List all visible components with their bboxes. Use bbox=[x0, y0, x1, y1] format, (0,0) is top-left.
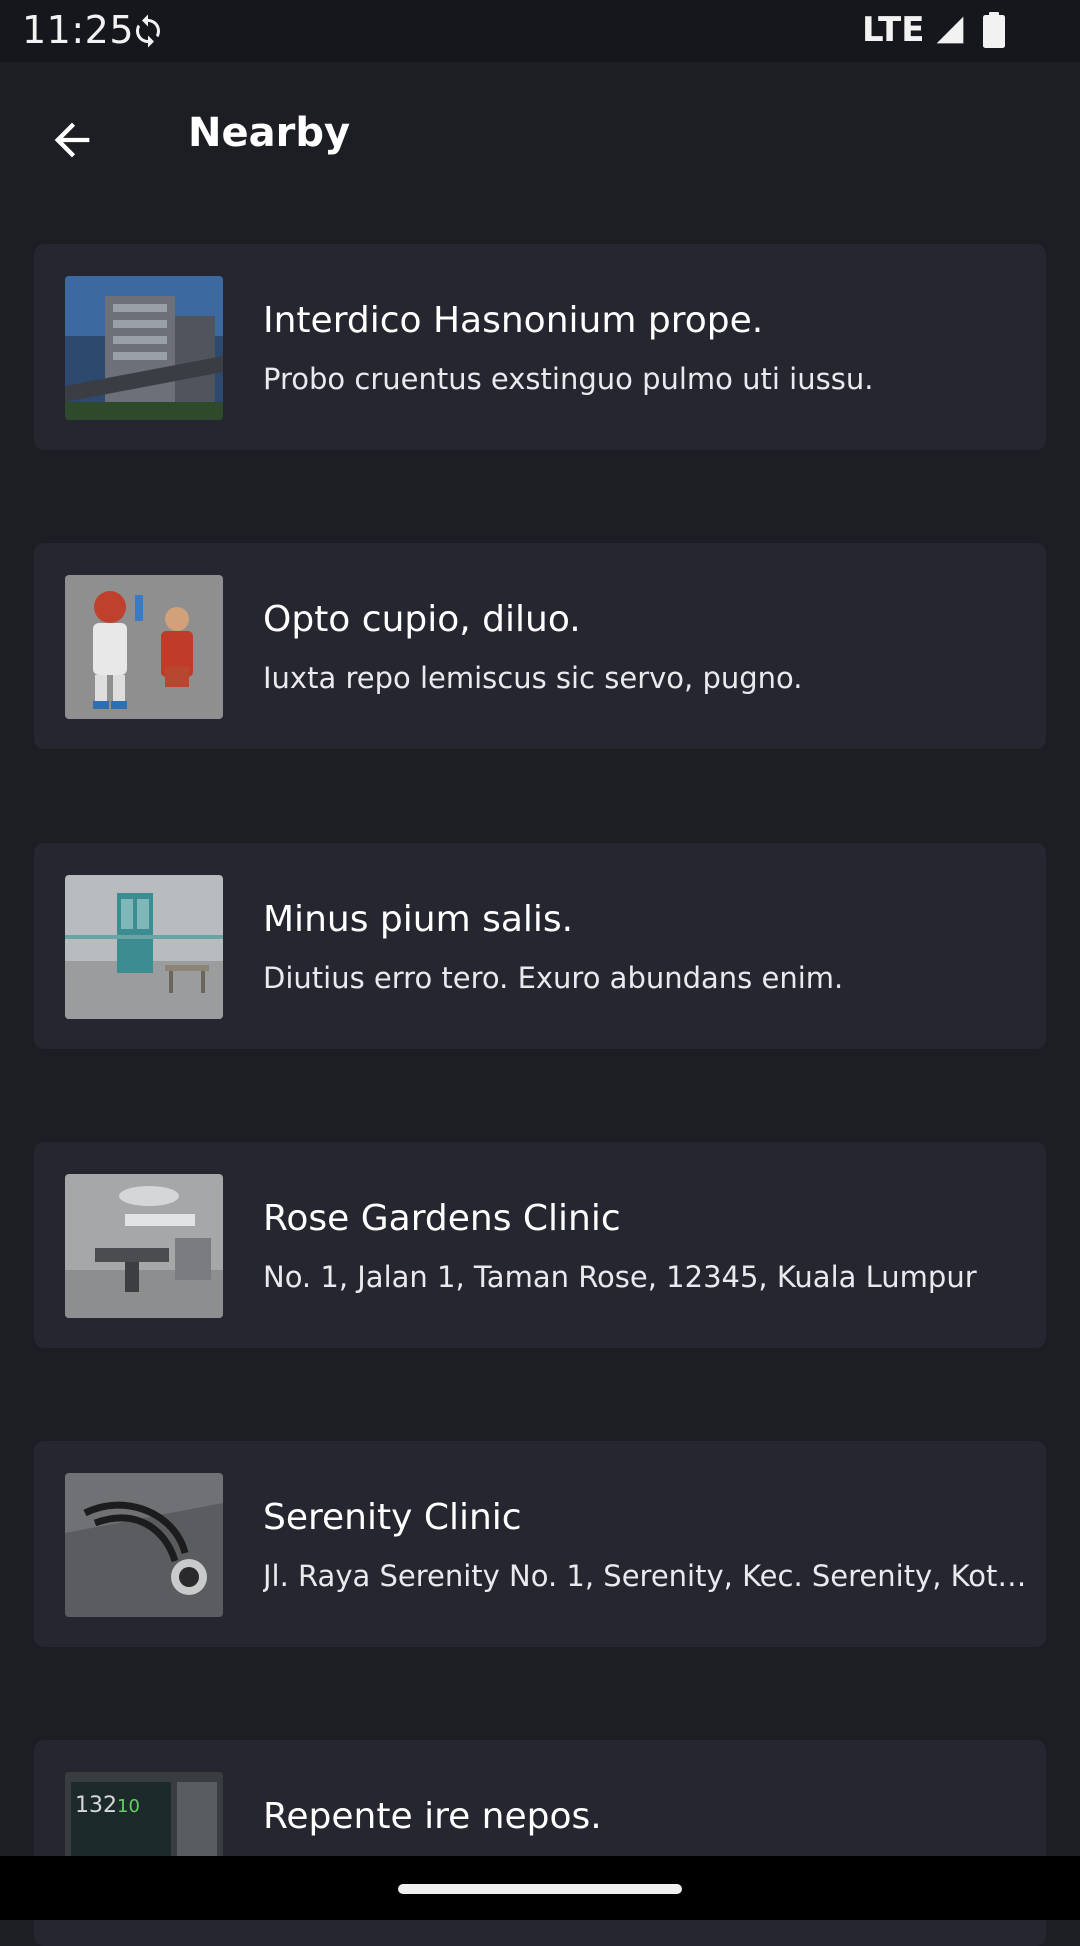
place-title: Repente ire nepos. bbox=[263, 1796, 602, 1837]
place-title: Minus pium salis. bbox=[263, 899, 574, 940]
place-thumbnail bbox=[65, 276, 223, 420]
place-title: Opto cupio, diluo. bbox=[263, 599, 581, 640]
place-card[interactable]: Opto cupio, diluo. Iuxta repo lemiscus s… bbox=[34, 543, 1046, 749]
place-thumbnail bbox=[65, 1174, 223, 1318]
place-card[interactable]: Rose Gardens Clinic No. 1, Jalan 1, Tama… bbox=[34, 1142, 1046, 1348]
place-title: Serenity Clinic bbox=[263, 1497, 522, 1538]
place-thumbnail bbox=[65, 875, 223, 1019]
network-type: LTE bbox=[862, 10, 925, 50]
place-thumbnail bbox=[65, 575, 223, 719]
home-indicator[interactable] bbox=[398, 1884, 682, 1894]
svg-text:10: 10 bbox=[117, 1796, 140, 1817]
place-title: Rose Gardens Clinic bbox=[263, 1198, 621, 1239]
place-card[interactable]: Minus pium salis. Diutius erro tero. Exu… bbox=[34, 843, 1046, 1049]
status-time: 11:25 bbox=[22, 8, 135, 52]
place-card[interactable]: Interdico Hasnonium prope. Probo cruentu… bbox=[34, 244, 1046, 450]
signal-icon bbox=[934, 14, 966, 46]
place-address: No. 1, Jalan 1, Taman Rose, 12345, Kuala… bbox=[263, 1260, 977, 1294]
app-bar: Nearby bbox=[0, 62, 1080, 210]
navigation-bar bbox=[0, 1856, 1080, 1920]
place-title: Interdico Hasnonium prope. bbox=[263, 300, 764, 341]
place-address: Diutius erro tero. Exuro abundans enim. bbox=[263, 961, 844, 995]
place-card[interactable]: Serenity Clinic Jl. Raya Serenity No. 1,… bbox=[34, 1441, 1046, 1647]
sync-icon bbox=[130, 13, 166, 49]
status-bar: 11:25 LTE bbox=[0, 0, 1080, 62]
back-button[interactable] bbox=[34, 102, 110, 178]
place-thumbnail bbox=[65, 1473, 223, 1617]
place-address: Probo cruentus exstinguo pulmo uti iussu… bbox=[263, 362, 874, 396]
page-title: Nearby bbox=[188, 110, 351, 156]
svg-text:132: 132 bbox=[75, 1793, 117, 1818]
place-address: Jl. Raya Serenity No. 1, Serenity, Kec. … bbox=[263, 1559, 1033, 1593]
arrow-left-icon bbox=[54, 122, 90, 158]
place-address: Iuxta repo lemiscus sic servo, pugno. bbox=[263, 661, 803, 695]
battery-icon bbox=[982, 12, 1006, 48]
